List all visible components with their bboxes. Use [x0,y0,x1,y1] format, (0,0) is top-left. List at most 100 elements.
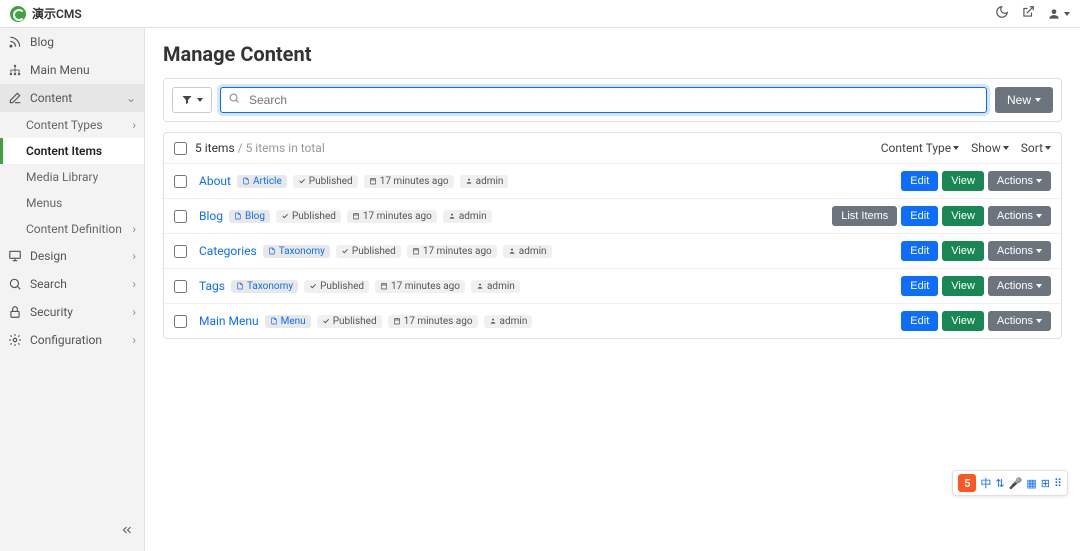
sidebar-item-content[interactable]: Content⌄ [0,84,144,112]
row-checkbox[interactable] [174,245,187,258]
caret-down-icon [1036,249,1042,253]
sidebar-item-label: Search [30,277,67,291]
sidebar-subitem-label: Menus [26,196,62,210]
actions-button[interactable]: Actions [988,171,1051,191]
filter-button[interactable] [172,87,212,113]
view-button[interactable]: View [942,171,984,191]
item-title-link[interactable]: About [199,174,231,188]
edit-button[interactable]: Edit [901,241,938,261]
topbar: 演示CMS [0,0,1080,28]
sidebar-subitem-content-types[interactable]: Content Types › [0,112,144,138]
edit-button[interactable]: Edit [901,206,938,226]
actions-button[interactable]: Actions [988,276,1051,296]
sidebar-subitem-label: Content Types [26,118,103,132]
caret-down-icon [1045,146,1051,150]
list-header: 5 items / 5 items in total Content TypeS… [164,133,1061,164]
sidebar-subitem-content-items[interactable]: Content Items [0,138,144,164]
time-tag: 17 minutes ago [364,175,454,188]
list-items-button[interactable]: List Items [832,206,897,226]
item-title-link[interactable]: Categories [199,244,257,258]
ime-tool-icon[interactable]: ⊞ [1041,477,1050,490]
main-content: Manage Content New 5 items / 5 items in … [145,28,1080,551]
header-show-dropdown[interactable]: Show [971,141,1009,155]
edit-button[interactable]: Edit [901,311,938,331]
user-tag[interactable]: admin [460,175,509,188]
chevron-right-icon: › [132,333,136,347]
user-tag[interactable]: admin [443,210,492,223]
sidebar-subitem-label: Content Items [26,144,102,158]
view-button[interactable]: View [942,241,984,261]
external-link-icon[interactable] [1021,5,1035,23]
sidebar-item-search[interactable]: Search › [0,270,144,298]
sidebar: BlogMain MenuContent⌄Content Types›Conte… [0,28,145,551]
page-title: Manage Content [163,42,1062,66]
brand-text: 演示CMS [32,5,82,22]
ime-grid-icon[interactable]: ▦ [1026,477,1036,490]
table-row: Tags Taxonomy Published 17 minutes ago a… [164,269,1061,304]
table-row: Categories Taxonomy Published 17 minutes… [164,234,1061,269]
view-button[interactable]: View [942,276,984,296]
user-tag[interactable]: admin [503,245,552,258]
type-tag[interactable]: Taxonomy [263,245,330,258]
ime-apps-icon[interactable]: ⠿ [1054,477,1062,490]
brand-area[interactable]: 演示CMS [10,5,82,22]
sidebar-item-label: Main Menu [30,63,90,77]
sitemap-icon [8,63,22,77]
ime-widget[interactable]: 5 中 ⇅ 🎤 ▦ ⊞ ⠿ [952,470,1068,496]
new-button[interactable]: New [995,87,1053,113]
edit-icon [8,91,22,105]
caret-down-icon [1036,214,1042,218]
gear-icon [8,333,22,347]
view-button[interactable]: View [942,311,984,331]
rss-icon [8,35,22,49]
table-row: About Article Published 17 minutes ago a… [164,164,1061,199]
ime-mic-icon[interactable]: 🎤 [1009,477,1023,490]
sidebar-subitem-label: Content Definition [26,222,122,236]
row-checkbox[interactable] [174,315,187,328]
theme-toggle-icon[interactable] [995,5,1009,23]
view-button[interactable]: View [942,206,984,226]
user-tag[interactable]: admin [471,280,520,293]
type-tag[interactable]: Menu [265,315,311,328]
item-title-link[interactable]: Tags [199,279,225,293]
edit-button[interactable]: Edit [901,276,938,296]
sidebar-subitem-label: Media Library [26,170,98,184]
collapse-sidebar-icon[interactable] [120,523,134,541]
actions-button[interactable]: Actions [988,241,1051,261]
sidebar-subitem-content-definition[interactable]: Content Definition › [0,216,144,242]
type-tag[interactable]: Taxonomy [231,280,298,293]
sidebar-item-label: Content [30,91,72,105]
sidebar-item-blog[interactable]: Blog [0,28,144,56]
type-tag[interactable]: Article [237,175,287,188]
chevron-right-icon: › [132,277,136,291]
actions-button[interactable]: Actions [988,311,1051,331]
chevron-right-icon: › [132,222,136,236]
sidebar-subitem-media-library[interactable]: Media Library [0,164,144,190]
caret-down-icon [1036,179,1042,183]
chevron-right-icon: › [132,118,136,132]
actions-button[interactable]: Actions [988,206,1051,226]
item-title-link[interactable]: Blog [199,209,223,223]
edit-button[interactable]: Edit [901,171,938,191]
status-tag: Published [276,210,341,223]
sidebar-item-main-menu[interactable]: Main Menu [0,56,144,84]
sidebar-item-design[interactable]: Design› [0,242,144,270]
user-menu-icon[interactable] [1047,7,1070,21]
status-tag: Published [304,280,369,293]
ime-lang[interactable]: 中 [980,475,991,491]
header-content-type-dropdown[interactable]: Content Type [881,141,959,155]
ime-switch-icon[interactable]: ⇅ [995,477,1004,490]
sidebar-item-security[interactable]: Security› [0,298,144,326]
row-checkbox[interactable] [174,210,187,223]
select-all-checkbox[interactable] [174,142,187,155]
row-checkbox[interactable] [174,280,187,293]
header-sort-dropdown[interactable]: Sort [1021,141,1051,155]
type-tag[interactable]: Blog [229,210,270,223]
row-checkbox[interactable] [174,175,187,188]
time-tag: 17 minutes ago [375,280,465,293]
item-title-link[interactable]: Main Menu [199,314,259,328]
search-input[interactable] [220,87,987,113]
sidebar-subitem-menus[interactable]: Menus [0,190,144,216]
user-tag[interactable]: admin [484,315,533,328]
sidebar-item-configuration[interactable]: Configuration› [0,326,144,354]
